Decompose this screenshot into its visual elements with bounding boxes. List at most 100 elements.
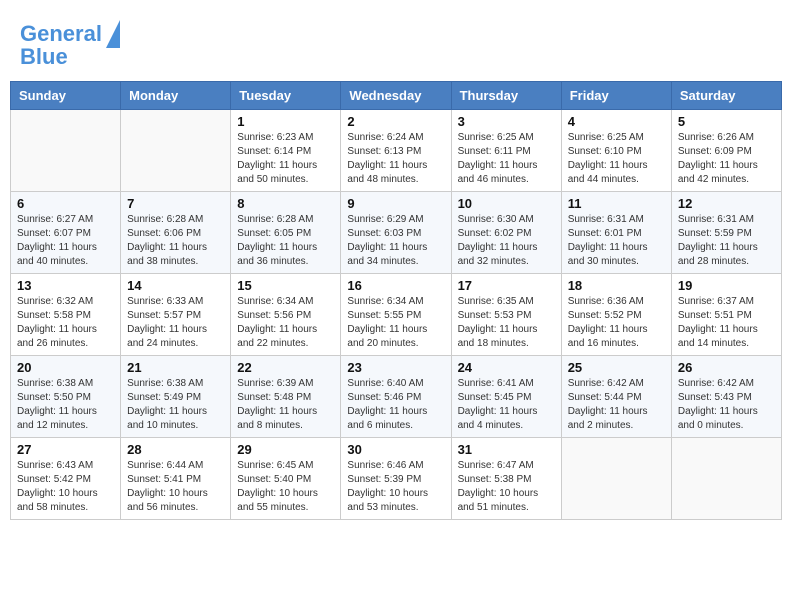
calendar-week-row: 27 Sunrise: 6:43 AM Sunset: 5:42 PM Dayli…: [11, 438, 782, 520]
logo: General Blue: [20, 20, 120, 70]
day-header-saturday: Saturday: [671, 82, 781, 110]
cell-info: Sunrise: 6:25 AM Sunset: 6:11 PM Dayligh…: [458, 131, 555, 187]
cell-info: Sunrise: 6:43 AM Sunset: 5:42 PM Dayligh…: [17, 459, 114, 515]
cell-info: Sunrise: 6:44 AM Sunset: 5:41 PM Dayligh…: [127, 459, 224, 515]
calendar-cell: [561, 438, 671, 520]
day-number: 12: [678, 196, 775, 211]
calendar-week-row: 13Sunrise: 6:32 AM Sunset: 5:58 PM Dayli…: [11, 274, 782, 356]
calendar-cell: 17Sunrise: 6:35 AM Sunset: 5:53 PM Dayli…: [451, 274, 561, 356]
day-number: 1: [237, 114, 334, 129]
day-number: 5: [678, 114, 775, 129]
day-header-tuesday: Tuesday: [231, 82, 341, 110]
cell-info: Sunrise: 6:34 AM Sunset: 5:55 PM Dayligh…: [347, 295, 444, 351]
cell-info: Sunrise: 6:38 AM Sunset: 5:50 PM Dayligh…: [17, 377, 114, 433]
calendar-cell: 8 Sunrise: 6:28 AM Sunset: 6:05 PM Daylig…: [231, 192, 341, 274]
day-number: 8: [237, 196, 334, 211]
calendar-cell: 7 Sunrise: 6:28 AM Sunset: 6:06 PM Daylig…: [121, 192, 231, 274]
day-number: 6: [17, 196, 114, 211]
cell-info: Sunrise: 6:26 AM Sunset: 6:09 PM Dayligh…: [678, 131, 775, 187]
day-number: 29: [237, 442, 334, 457]
calendar-cell: 25Sunrise: 6:42 AM Sunset: 5:44 PM Dayli…: [561, 356, 671, 438]
calendar-cell: 18Sunrise: 6:36 AM Sunset: 5:52 PM Dayli…: [561, 274, 671, 356]
calendar-cell: [121, 110, 231, 192]
day-number: 30: [347, 442, 444, 457]
calendar-cell: 16 Sunrise: 6:34 AM Sunset: 5:55 PM Dayli…: [341, 274, 451, 356]
cell-info: Sunrise: 6:27 AM Sunset: 6:07 PM Dayligh…: [17, 213, 114, 269]
cell-info: Sunrise: 6:31 AM Sunset: 5:59 PM Dayligh…: [678, 213, 775, 269]
day-number: 19: [678, 278, 775, 293]
cell-info: Sunrise: 6:35 AM Sunset: 5:53 PM Dayligh…: [458, 295, 555, 351]
cell-info: Sunrise: 6:31 AM Sunset: 6:01 PM Dayligh…: [568, 213, 665, 269]
calendar-cell: 28 Sunrise: 6:44 AM Sunset: 5:41 PM Dayli…: [121, 438, 231, 520]
calendar-cell: 29 Sunrise: 6:45 AM Sunset: 5:40 PM Dayli…: [231, 438, 341, 520]
day-number: 4: [568, 114, 665, 129]
calendar-cell: 23Sunrise: 6:40 AM Sunset: 5:46 PM Dayli…: [341, 356, 451, 438]
cell-info: Sunrise: 6:36 AM Sunset: 5:52 PM Dayligh…: [568, 295, 665, 351]
calendar-cell: 10 Sunrise: 6:30 AM Sunset: 6:02 PM Dayli…: [451, 192, 561, 274]
calendar-cell: 27 Sunrise: 6:43 AM Sunset: 5:42 PM Dayli…: [11, 438, 121, 520]
calendar-table: SundayMondayTuesdayWednesdayThursdayFrid…: [10, 81, 782, 520]
cell-info: Sunrise: 6:37 AM Sunset: 5:51 PM Dayligh…: [678, 295, 775, 351]
cell-info: Sunrise: 6:45 AM Sunset: 5:40 PM Dayligh…: [237, 459, 334, 515]
day-number: 27: [17, 442, 114, 457]
day-number: 31: [458, 442, 555, 457]
calendar-cell: 5 Sunrise: 6:26 AM Sunset: 6:09 PM Daylig…: [671, 110, 781, 192]
calendar-cell: 3 Sunrise: 6:25 AM Sunset: 6:11 PM Daylig…: [451, 110, 561, 192]
day-number: 14: [127, 278, 224, 293]
calendar-cell: [671, 438, 781, 520]
cell-info: Sunrise: 6:41 AM Sunset: 5:45 PM Dayligh…: [458, 377, 555, 433]
cell-info: Sunrise: 6:25 AM Sunset: 6:10 PM Dayligh…: [568, 131, 665, 187]
day-number: 2: [347, 114, 444, 129]
page-header: General Blue: [10, 10, 782, 75]
day-number: 10: [458, 196, 555, 211]
calendar-week-row: 1Sunrise: 6:23 AM Sunset: 6:14 PM Daylig…: [11, 110, 782, 192]
calendar-header-row: SundayMondayTuesdayWednesdayThursdayFrid…: [11, 82, 782, 110]
calendar-cell: 6 Sunrise: 6:27 AM Sunset: 6:07 PM Daylig…: [11, 192, 121, 274]
calendar-cell: 1Sunrise: 6:23 AM Sunset: 6:14 PM Daylig…: [231, 110, 341, 192]
calendar-week-row: 20 Sunrise: 6:38 AM Sunset: 5:50 PM Dayli…: [11, 356, 782, 438]
calendar-cell: 26 Sunrise: 6:42 AM Sunset: 5:43 PM Dayli…: [671, 356, 781, 438]
calendar-cell: 22Sunrise: 6:39 AM Sunset: 5:48 PM Dayli…: [231, 356, 341, 438]
calendar-cell: 15Sunrise: 6:34 AM Sunset: 5:56 PM Dayli…: [231, 274, 341, 356]
calendar-cell: 11 Sunrise: 6:31 AM Sunset: 6:01 PM Dayli…: [561, 192, 671, 274]
day-number: 20: [17, 360, 114, 375]
day-number: 11: [568, 196, 665, 211]
day-number: 26: [678, 360, 775, 375]
day-header-sunday: Sunday: [11, 82, 121, 110]
cell-info: Sunrise: 6:38 AM Sunset: 5:49 PM Dayligh…: [127, 377, 224, 433]
cell-info: Sunrise: 6:46 AM Sunset: 5:39 PM Dayligh…: [347, 459, 444, 515]
cell-info: Sunrise: 6:33 AM Sunset: 5:57 PM Dayligh…: [127, 295, 224, 351]
day-header-friday: Friday: [561, 82, 671, 110]
cell-info: Sunrise: 6:39 AM Sunset: 5:48 PM Dayligh…: [237, 377, 334, 433]
logo-triangle-icon: [106, 20, 120, 48]
cell-info: Sunrise: 6:28 AM Sunset: 6:06 PM Dayligh…: [127, 213, 224, 269]
cell-info: Sunrise: 6:30 AM Sunset: 6:02 PM Dayligh…: [458, 213, 555, 269]
day-number: 24: [458, 360, 555, 375]
calendar-cell: 14 Sunrise: 6:33 AM Sunset: 5:57 PM Dayli…: [121, 274, 231, 356]
calendar-cell: 24 Sunrise: 6:41 AM Sunset: 5:45 PM Dayli…: [451, 356, 561, 438]
calendar-cell: 19 Sunrise: 6:37 AM Sunset: 5:51 PM Dayli…: [671, 274, 781, 356]
day-number: 23: [347, 360, 444, 375]
day-number: 21: [127, 360, 224, 375]
day-number: 7: [127, 196, 224, 211]
cell-info: Sunrise: 6:28 AM Sunset: 6:05 PM Dayligh…: [237, 213, 334, 269]
day-number: 9: [347, 196, 444, 211]
day-number: 16: [347, 278, 444, 293]
calendar-cell: 9Sunrise: 6:29 AM Sunset: 6:03 PM Daylig…: [341, 192, 451, 274]
cell-info: Sunrise: 6:42 AM Sunset: 5:43 PM Dayligh…: [678, 377, 775, 433]
calendar-cell: 12 Sunrise: 6:31 AM Sunset: 5:59 PM Dayli…: [671, 192, 781, 274]
logo-general: General: [20, 23, 102, 45]
calendar-cell: 2Sunrise: 6:24 AM Sunset: 6:13 PM Daylig…: [341, 110, 451, 192]
calendar-cell: 30 Sunrise: 6:46 AM Sunset: 5:39 PM Dayli…: [341, 438, 451, 520]
day-number: 28: [127, 442, 224, 457]
day-header-thursday: Thursday: [451, 82, 561, 110]
calendar-cell: 31Sunrise: 6:47 AM Sunset: 5:38 PM Dayli…: [451, 438, 561, 520]
day-header-wednesday: Wednesday: [341, 82, 451, 110]
logo-blue: Blue: [20, 44, 68, 70]
calendar-cell: 4 Sunrise: 6:25 AM Sunset: 6:10 PM Daylig…: [561, 110, 671, 192]
calendar-cell: 21 Sunrise: 6:38 AM Sunset: 5:49 PM Dayli…: [121, 356, 231, 438]
day-number: 3: [458, 114, 555, 129]
calendar-week-row: 6 Sunrise: 6:27 AM Sunset: 6:07 PM Daylig…: [11, 192, 782, 274]
day-number: 13: [17, 278, 114, 293]
calendar-cell: 13Sunrise: 6:32 AM Sunset: 5:58 PM Dayli…: [11, 274, 121, 356]
